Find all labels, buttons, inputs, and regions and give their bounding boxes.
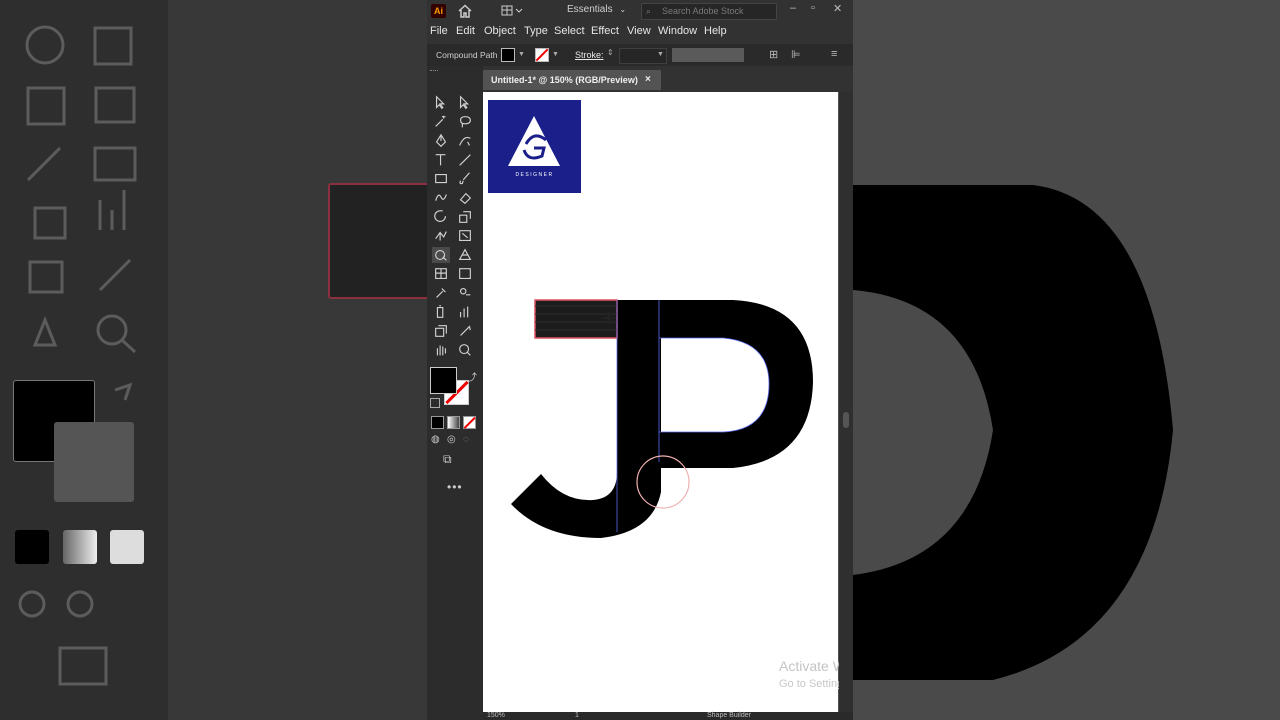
illustrator-window: Ai Essentials ⌄ ⌕ Search Adobe Stock – ▫… xyxy=(427,0,853,720)
type-tool-icon[interactable] xyxy=(432,152,450,168)
blend-tool-icon[interactable] xyxy=(456,285,474,301)
blurred-tool-icons xyxy=(18,25,137,686)
default-fill-stroke-icon[interactable] xyxy=(430,398,440,408)
zoom-tool-icon[interactable] xyxy=(456,342,474,358)
menu-file[interactable]: File xyxy=(430,25,448,37)
puppet-warp-tool-icon[interactable] xyxy=(432,228,450,244)
panel-grip[interactable] xyxy=(430,70,438,73)
activate-windows-settings: Go to Settings xyxy=(779,678,839,690)
lasso-tool-icon[interactable] xyxy=(456,114,474,130)
menu-window[interactable]: Window xyxy=(658,25,697,37)
menu-help[interactable]: Help xyxy=(704,25,727,37)
workspace-switcher[interactable]: Essentials ⌄ xyxy=(567,4,626,15)
slice-tool-icon[interactable] xyxy=(456,323,474,339)
search-stock-input[interactable]: ⌕ Search Adobe Stock xyxy=(641,3,777,20)
canvas-area[interactable]: DESIGNER Activate W Go to Settings xyxy=(483,92,839,712)
curvature-tool-icon[interactable] xyxy=(456,133,474,149)
stroke-color-swatch[interactable] xyxy=(535,48,549,62)
paintbrush-tool-icon[interactable] xyxy=(456,171,474,187)
draw-behind-icon[interactable]: ◎ xyxy=(447,434,456,445)
rotate-tool-icon[interactable] xyxy=(432,209,450,225)
close-tab-icon[interactable]: × xyxy=(645,74,651,85)
align-icon[interactable]: ⊞ xyxy=(769,48,778,61)
title-bar: Ai Essentials ⌄ ⌕ Search Adobe Stock – ▫… xyxy=(427,0,853,22)
stroke-weight-dropdown-icon[interactable]: ▼ xyxy=(657,51,664,58)
status-bar: 150% 1 Shape Builder xyxy=(483,712,853,720)
direct-selection-tool-icon[interactable] xyxy=(456,95,474,111)
jp-artwork[interactable] xyxy=(483,92,838,712)
hand-tool-icon[interactable] xyxy=(432,342,450,358)
home-icon[interactable] xyxy=(457,3,473,19)
none-mode-icon[interactable] xyxy=(463,416,476,429)
search-icon: ⌕ xyxy=(646,6,652,16)
menu-object[interactable]: Object xyxy=(484,25,516,37)
maximize-icon[interactable]: ▫ xyxy=(811,2,815,14)
shape-builder-tool-icon[interactable] xyxy=(432,247,450,263)
draw-normal-icon[interactable]: ◍ xyxy=(431,434,440,445)
selection-tool-icon[interactable] xyxy=(432,95,450,111)
arrange-documents-icon[interactable] xyxy=(501,5,523,17)
symbol-sprayer-tool-icon[interactable] xyxy=(432,304,450,320)
fill-box[interactable] xyxy=(430,367,457,394)
vertical-scrollbar[interactable] xyxy=(839,92,853,712)
color-mode-icon[interactable] xyxy=(431,416,444,429)
shaper-tool-icon[interactable] xyxy=(432,190,450,206)
fill-dropdown-icon[interactable]: ▼ xyxy=(518,51,525,58)
transform-icon[interactable]: ⊫ xyxy=(791,48,801,61)
more-tools-icon[interactable]: ••• xyxy=(447,480,463,494)
background-right-blur xyxy=(853,0,1280,720)
chevron-down-icon: ⌄ xyxy=(619,5,627,14)
document-tab-title: Untitled-1* @ 150% (RGB/Preview) xyxy=(491,75,638,85)
app-logo: Ai xyxy=(431,4,446,18)
perspective-grid-tool-icon[interactable] xyxy=(456,247,474,263)
artboard-navigator[interactable]: 1 xyxy=(575,712,579,719)
stroke-label[interactable]: Stroke: xyxy=(575,50,604,60)
stroke-dropdown-icon[interactable]: ▼ xyxy=(552,51,559,58)
activate-windows-watermark: Activate W xyxy=(779,658,839,674)
screen-mode-icon[interactable]: ⧉ xyxy=(443,452,452,467)
menu-type[interactable]: Type xyxy=(524,25,548,37)
menu-edit[interactable]: Edit xyxy=(456,25,475,37)
mesh-tool-icon[interactable] xyxy=(432,266,450,282)
menu-select[interactable]: Select xyxy=(554,25,585,37)
draw-inside-icon[interactable]: ◌ xyxy=(463,434,469,445)
zoom-level[interactable]: 150% xyxy=(487,712,505,719)
artboard-tool-icon[interactable] xyxy=(432,323,450,339)
current-tool-label: Shape Builder xyxy=(707,712,751,719)
control-bar: Compound Path ▼ ▼ Stroke: ⇕ ▼ ⊞ ⊫ ≡ xyxy=(427,44,853,66)
tools-panel: ⤴ ◍ ◎ ◌ ⧉ ••• xyxy=(427,66,483,720)
blurred-rect-selection xyxy=(328,183,428,299)
background-left-blur xyxy=(0,0,428,720)
pen-tool-icon[interactable] xyxy=(432,133,450,149)
magic-wand-tool-icon[interactable] xyxy=(432,114,450,130)
gradient-mode-icon[interactable] xyxy=(447,416,460,429)
fill-color-swatch[interactable] xyxy=(501,48,515,62)
eraser-tool-icon[interactable] xyxy=(456,190,474,206)
menu-effect[interactable]: Effect xyxy=(591,25,619,37)
close-window-icon[interactable]: ✕ xyxy=(833,2,842,15)
rectangle-tool-icon[interactable] xyxy=(432,171,450,187)
panel-menu-icon[interactable]: ≡ xyxy=(831,48,837,60)
gradient-tool-icon[interactable] xyxy=(456,266,474,282)
menu-bar: File Edit Object Type Select Effect View… xyxy=(427,22,853,41)
line-segment-tool-icon[interactable] xyxy=(456,152,474,168)
variable-width-profile[interactable] xyxy=(672,48,744,62)
document-tab[interactable]: Untitled-1* @ 150% (RGB/Preview) × xyxy=(483,70,661,90)
menu-view[interactable]: View xyxy=(627,25,651,37)
search-placeholder: Search Adobe Stock xyxy=(662,6,744,16)
eyedropper-tool-icon[interactable] xyxy=(432,285,450,301)
stroke-stepper-icon[interactable]: ⇕ xyxy=(607,48,614,57)
selection-type-label: Compound Path xyxy=(436,50,498,60)
scrollbar-thumb[interactable] xyxy=(843,412,849,428)
scale-tool-icon[interactable] xyxy=(456,209,474,225)
blurred-letter-p xyxy=(853,185,1173,680)
minimize-icon[interactable]: – xyxy=(790,2,796,14)
free-transform-tool-icon[interactable] xyxy=(456,228,474,244)
column-graph-tool-icon[interactable] xyxy=(456,304,474,320)
artboard[interactable]: DESIGNER Activate W Go to Settings xyxy=(483,92,839,712)
workspace-label: Essentials xyxy=(567,4,613,15)
